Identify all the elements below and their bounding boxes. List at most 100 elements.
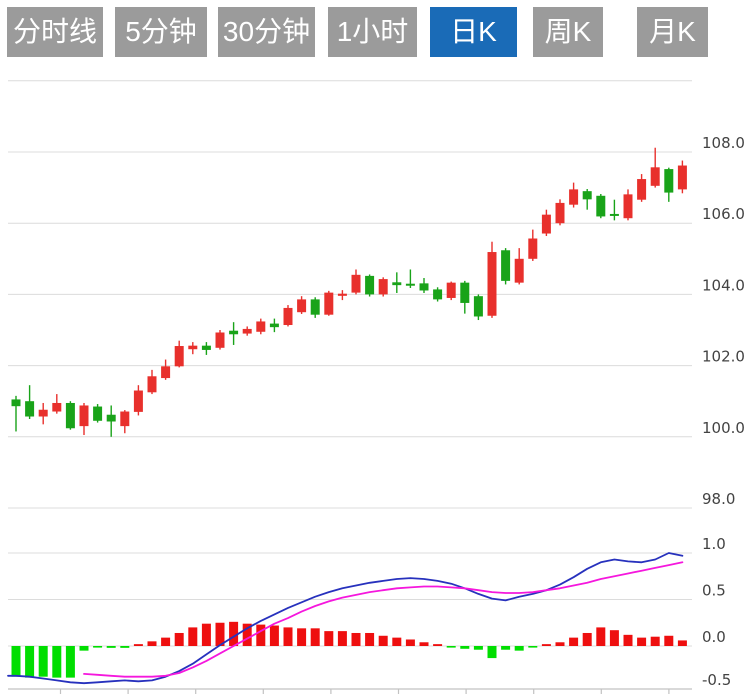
tab-weekly-k[interactable]: 周K — [533, 7, 603, 57]
tab-daily-k[interactable]: 日K — [430, 7, 517, 57]
candle-body — [624, 194, 633, 218]
macd-histogram-bar — [542, 644, 551, 646]
candle-body — [52, 403, 61, 412]
candle-body — [678, 166, 687, 190]
candle-body — [651, 167, 660, 186]
macd-histogram-bar — [352, 633, 361, 646]
macd-histogram-bar — [583, 633, 592, 646]
macd-histogram-bar — [610, 630, 619, 646]
candle-body — [175, 346, 184, 366]
candle-body — [188, 346, 197, 350]
macd-histogram-bar — [161, 638, 170, 646]
chart-canvas[interactable]: 108.0106.0104.0102.0100.098.01.00.50.0-0… — [0, 0, 755, 694]
candle-body — [270, 324, 279, 328]
macd-histogram-bar — [107, 646, 116, 648]
candle-body — [80, 405, 89, 426]
macd-histogram-bar — [474, 646, 483, 650]
macd-axis-label: 0.0 — [702, 628, 726, 646]
macd-histogram-bar — [12, 646, 21, 677]
price-axis-label: 104.0 — [702, 276, 745, 294]
candle-body — [324, 293, 333, 315]
macd-histogram-bar — [148, 641, 157, 646]
macd-histogram-bar — [365, 633, 374, 646]
candle-body — [501, 250, 510, 281]
candle-body — [379, 279, 388, 294]
candle-body — [202, 346, 211, 350]
macd-axis-label: 1.0 — [702, 535, 726, 553]
candle-body — [542, 215, 551, 234]
macd-histogram-bar — [202, 624, 211, 646]
candle-body — [664, 169, 673, 192]
candle-body — [447, 283, 456, 298]
macd-histogram-bar — [66, 646, 75, 678]
candle-body — [488, 252, 497, 316]
macd-histogram-bar — [379, 636, 388, 646]
candle-body — [596, 196, 605, 217]
candle-body — [161, 366, 170, 378]
macd-histogram-bar — [80, 646, 89, 651]
macd-histogram-bar — [569, 638, 578, 646]
macd-histogram-bar — [324, 631, 333, 646]
candle-body — [284, 308, 293, 325]
timeframe-toolbar: 分时线 5分钟 30分钟 1小时 日K 周K 月K — [0, 0, 755, 60]
candle-body — [297, 299, 306, 312]
candle-body — [406, 284, 415, 286]
macd-histogram-bar — [188, 627, 197, 646]
candle-body — [474, 296, 483, 316]
tab-5min[interactable]: 5分钟 — [115, 7, 207, 57]
macd-histogram-bar — [556, 642, 565, 646]
macd-histogram-bar — [651, 637, 660, 646]
candle-body — [134, 391, 143, 412]
candle-body — [256, 321, 265, 331]
macd-axis-label: -0.5 — [702, 671, 731, 689]
macd-histogram-bar — [678, 640, 687, 646]
macd-histogram-bar — [134, 644, 143, 646]
candle-body — [120, 412, 129, 427]
candle-body — [583, 191, 592, 199]
price-axis-label: 102.0 — [702, 348, 745, 366]
candle-body — [528, 239, 537, 259]
dif-line — [8, 553, 682, 683]
dea-line — [84, 562, 682, 676]
tab-monthly-k[interactable]: 月K — [637, 7, 708, 57]
macd-histogram-bar — [284, 627, 293, 646]
macd-histogram-bar — [93, 646, 102, 648]
macd-histogram-bar — [256, 625, 265, 646]
macd-histogram-bar — [488, 646, 497, 658]
candle-body — [243, 329, 252, 334]
candle-body — [25, 401, 34, 416]
candle-body — [352, 275, 361, 293]
macd-histogram-bar — [637, 638, 646, 646]
macd-histogram-bar — [664, 636, 673, 646]
price-axis-label: 98.0 — [702, 490, 735, 508]
macd-histogram-bar — [433, 644, 442, 646]
candle-body — [569, 189, 578, 204]
candle-body — [93, 407, 102, 421]
price-axis-label: 100.0 — [702, 419, 745, 437]
price-axis-label: 108.0 — [702, 134, 745, 152]
macd-histogram-bar — [515, 646, 524, 651]
macd-histogram-bar — [338, 631, 347, 646]
tab-30min[interactable]: 30分钟 — [218, 7, 315, 57]
candle-body — [12, 399, 21, 406]
macd-histogram-bar — [392, 638, 401, 646]
macd-axis-label: 0.5 — [702, 582, 726, 600]
candle-body — [148, 376, 157, 392]
macd-histogram-bar — [52, 646, 61, 678]
macd-histogram-bar — [175, 633, 184, 646]
candle-body — [460, 283, 469, 303]
macd-histogram-bar — [406, 639, 415, 646]
tab-1hour[interactable]: 1小时 — [328, 7, 417, 57]
macd-histogram-bar — [447, 646, 456, 648]
macd-histogram-bar — [270, 626, 279, 646]
candle-body — [637, 179, 646, 200]
candle-body — [229, 331, 238, 335]
macd-histogram-bar — [624, 635, 633, 646]
macd-histogram-bar — [460, 646, 469, 649]
macd-histogram-bar — [25, 646, 34, 678]
candle-body — [420, 283, 429, 290]
macd-histogram-bar — [596, 627, 605, 646]
tab-time-line[interactable]: 分时线 — [7, 7, 103, 57]
candle-body — [338, 294, 347, 296]
macd-histogram-bar — [297, 628, 306, 646]
